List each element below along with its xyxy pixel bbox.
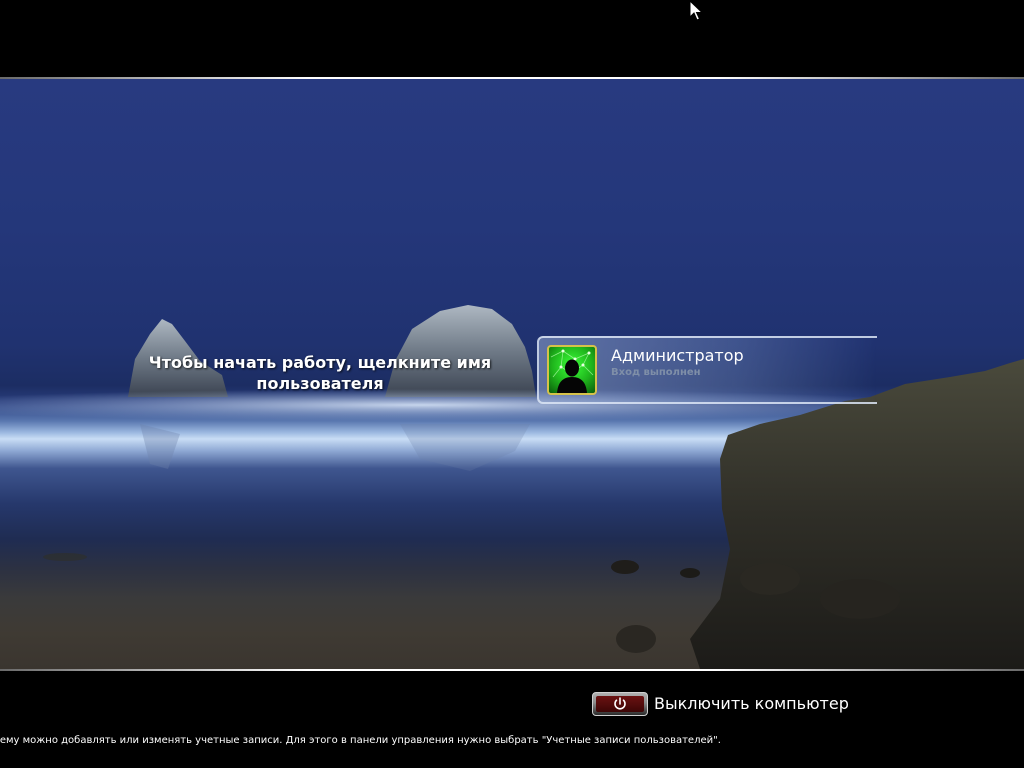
- power-icon: [614, 697, 626, 710]
- user-name: Администратор: [611, 346, 744, 365]
- footer-hint: тему можно добавлять или изменять учетны…: [0, 735, 721, 746]
- shutdown-button-face: [596, 696, 644, 712]
- beach-seaweed: [43, 553, 87, 561]
- shutdown-button[interactable]: [592, 692, 648, 716]
- reflection-left: [140, 424, 180, 469]
- welcome-screen: Чтобы начать работу, щелкните имя пользо…: [0, 0, 1024, 768]
- beach-rock: [616, 625, 656, 653]
- beach-rock: [611, 560, 639, 574]
- beach-rock: [680, 568, 700, 578]
- shutdown-label[interactable]: Выключить компьютер: [654, 694, 849, 713]
- reflection-right: [400, 424, 530, 471]
- bottom-band: [0, 671, 1024, 768]
- background-scene: Чтобы начать работу, щелкните имя пользо…: [0, 79, 1024, 669]
- user-silhouette-icon: [547, 345, 597, 395]
- beach-rock: [740, 563, 800, 595]
- user-tile-administrator[interactable]: Администратор Вход выполнен: [537, 336, 877, 404]
- top-band: [0, 0, 1024, 77]
- welcome-message: Чтобы начать работу, щелкните имя пользо…: [148, 353, 492, 393]
- beach-rock: [820, 579, 900, 619]
- user-status: Вход выполнен: [611, 367, 701, 378]
- mouse-pointer-icon: [689, 0, 704, 26]
